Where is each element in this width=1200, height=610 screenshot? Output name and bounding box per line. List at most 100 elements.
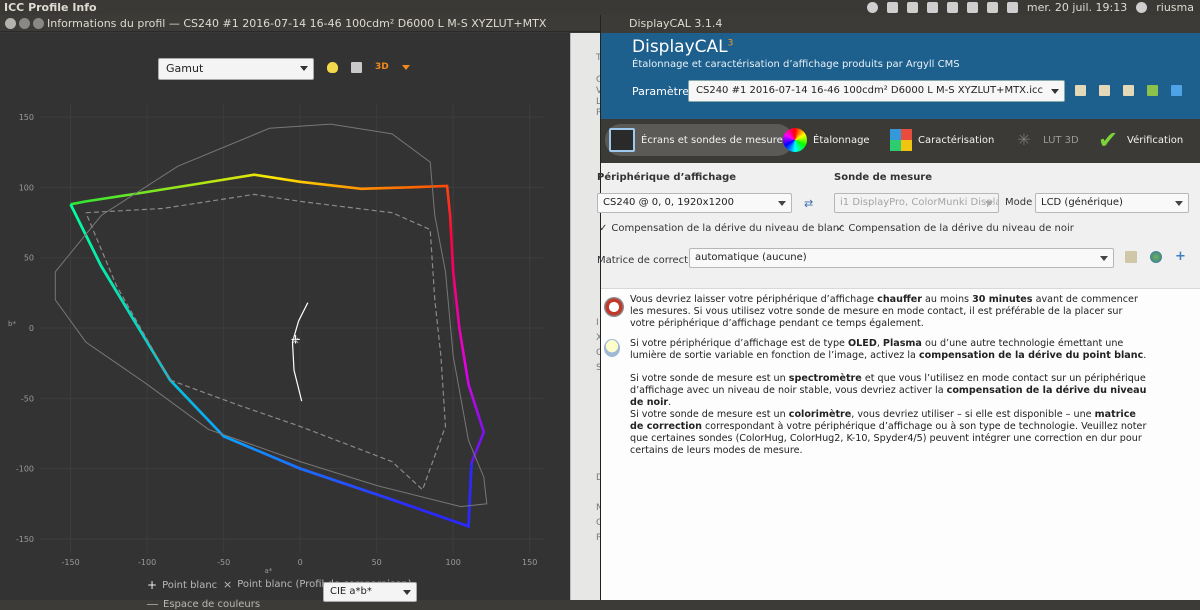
mode-select[interactable]: LCD (générique) xyxy=(1035,193,1189,213)
checkbox-label: Compensation de la dérive du niveau de b… xyxy=(611,223,845,234)
x-tick-label: 100 xyxy=(446,558,461,567)
chevron-down-icon xyxy=(1175,201,1183,206)
color-grid-icon xyxy=(890,129,912,151)
tab-verification[interactable]: ✔ Vérification xyxy=(1095,124,1183,156)
x-tick-label: -100 xyxy=(138,558,156,567)
add-icon[interactable]: + xyxy=(1175,249,1187,264)
steam-icon[interactable] xyxy=(866,2,878,13)
load-settings-icon[interactable] xyxy=(1099,85,1110,96)
info-panel: Vous devriez laisser votre périphérique … xyxy=(601,288,1200,600)
indicator-icon[interactable] xyxy=(906,2,918,13)
lightbulb-icon xyxy=(604,339,620,357)
sliver-letter: I xyxy=(596,318,599,328)
tagline: Étalonnage et caractérisation d’affichag… xyxy=(632,59,960,70)
color-wheel-icon xyxy=(783,128,807,152)
y-axis-label: b* xyxy=(8,320,16,328)
install-profile-icon[interactable] xyxy=(1075,85,1086,96)
globe-icon[interactable] xyxy=(1150,251,1162,263)
save-settings-icon[interactable] xyxy=(1123,85,1134,96)
chevron-down-icon xyxy=(1100,256,1108,261)
volume-icon[interactable] xyxy=(1006,2,1018,13)
probe-label: Sonde de mesure xyxy=(834,172,933,183)
legend-white-point: + Point blanc xyxy=(147,578,217,592)
legend-label: Point blanc xyxy=(162,579,218,591)
y-tick-label: -100 xyxy=(16,465,34,474)
profile-info-window: Informations du profil — CS240 #1 2016-0… xyxy=(0,15,600,610)
probe-select[interactable]: i1 DisplayPro, ColorMunki Display xyxy=(834,193,999,213)
checkbox-label: Compensation de la dérive du niveau de n… xyxy=(848,223,1074,234)
checkmark-icon: ✓ xyxy=(599,223,608,234)
active-app-name: ICC Profile Info xyxy=(4,1,97,14)
compare-white-point-marker: × xyxy=(291,335,299,346)
keyboard-icon[interactable] xyxy=(926,2,938,13)
system-tray: mer. 20 juil. 19:13 riusma xyxy=(866,0,1194,15)
x-marker-icon: × xyxy=(223,578,233,591)
profile-info-icon[interactable] xyxy=(1147,85,1158,96)
gamut-chart[interactable]: -150 -100 -50 0 50 100 150 150 100 50 0 -50 -100 -150… xyxy=(0,33,570,600)
user-icon[interactable] xyxy=(1136,2,1148,13)
detect-devices-icon[interactable]: ⇄ xyxy=(804,197,816,210)
close-window-icon[interactable] xyxy=(5,18,16,29)
window-title: Informations du profil — CS240 #1 2016-0… xyxy=(47,17,547,30)
checkmark-icon: ✔ xyxy=(1097,126,1119,154)
tab-displays-probes[interactable]: Écrans et sondes de mesure xyxy=(605,124,793,156)
displaycal-header: DisplayCAL3 Étalonnage et caractérisatio… xyxy=(601,33,1200,119)
tab-calibration[interactable]: Étalonnage xyxy=(783,124,870,156)
chevron-down-icon xyxy=(403,590,411,595)
y-tick-label: 0 xyxy=(29,324,34,333)
tab-label: Étalonnage xyxy=(813,134,870,146)
header-toolbar xyxy=(1075,85,1182,96)
folder-icon[interactable] xyxy=(1125,251,1137,263)
y-tick-label: 150 xyxy=(19,113,34,122)
legend-colorspace: Espace de couleurs xyxy=(147,599,260,610)
background-window-sliver: T C V L P I X C S D N C P xyxy=(570,33,603,600)
gamut-series-lower-edge xyxy=(69,203,473,529)
lut-cube-icon: ✳ xyxy=(1017,130,1031,149)
gamut-series-display-gamut-gradient xyxy=(69,173,486,529)
display-label: Périphérique d’affichage xyxy=(597,172,737,183)
chevron-down-icon xyxy=(1051,89,1059,94)
matrix-label: Matrice de correction xyxy=(597,255,704,266)
gamut-plot-area[interactable]: Gamut 3D -150 -100 -50 0 50 100 150 150 100 50 0 -5… xyxy=(0,33,570,610)
displaycal-titlebar[interactable]: DisplayCAL 3.1.4 xyxy=(601,15,1200,33)
profile-info-titlebar[interactable]: Informations du profil — CS240 #1 2016-0… xyxy=(0,15,600,32)
tab-label: Vérification xyxy=(1127,134,1184,146)
dropbox-icon[interactable] xyxy=(886,2,898,13)
legend-label: Espace de couleurs xyxy=(163,599,261,610)
colorspace-select[interactable]: CIE a*b* xyxy=(323,582,417,602)
params-label: Paramètres xyxy=(632,85,695,98)
logo-sup: 3 xyxy=(727,38,734,49)
battery-icon[interactable] xyxy=(966,2,978,13)
reset-settings-icon[interactable] xyxy=(1171,85,1182,96)
network-icon[interactable] xyxy=(946,2,958,13)
chevron-down-icon xyxy=(985,201,993,206)
minimize-window-icon[interactable] xyxy=(19,18,30,29)
mode-select-value: LCD (générique) xyxy=(1041,197,1123,208)
info-spectrometer: Si votre sonde de mesure est un spectrom… xyxy=(630,373,1147,408)
black-drift-checkbox[interactable]: ✓ Compensation de la dérive du niveau de… xyxy=(836,223,1074,234)
tab-lut3d[interactable]: ✳ LUT 3D xyxy=(1011,124,1079,156)
x-tick-label: 150 xyxy=(522,558,537,567)
white-drift-checkbox[interactable]: ✓ Compensation de la dérive du niveau de… xyxy=(599,223,845,234)
y-tick-label: -150 xyxy=(16,535,34,544)
maximize-window-icon[interactable] xyxy=(33,18,44,29)
clock[interactable]: mer. 20 juil. 19:13 xyxy=(1027,0,1127,15)
tab-characterization[interactable]: Caractérisation xyxy=(890,124,994,156)
tab-label: Caractérisation xyxy=(918,134,995,146)
y-tick-label: -50 xyxy=(21,394,34,403)
displaycal-window: DisplayCAL 3.1.4 DisplayCAL3 Étalonnage … xyxy=(597,15,1200,600)
user-name[interactable]: riusma xyxy=(1156,0,1194,15)
info-oled: Si votre périphérique d’affichage est de… xyxy=(630,338,1147,361)
monitor-icon xyxy=(609,128,635,152)
y-tick-label: 100 xyxy=(19,183,34,192)
gamut-series-comparison-colorspace-outline xyxy=(54,123,488,508)
x-tick-label: 50 xyxy=(372,558,382,567)
stopwatch-icon xyxy=(604,297,624,317)
params-select[interactable]: CS240 #1 2016-07-14 16-46 100cdm² D6000 … xyxy=(688,80,1065,102)
display-select[interactable]: CS240 @ 0, 0, 1920x1200 xyxy=(597,193,792,213)
correction-matrix-select[interactable]: automatique (aucune) xyxy=(689,248,1114,268)
bluetooth-icon[interactable] xyxy=(986,2,998,13)
tab-label: LUT 3D xyxy=(1043,134,1079,146)
info-warmup: Vous devriez laisser votre périphérique … xyxy=(630,294,1138,329)
device-settings-form: Périphérique d’affichage Sonde de mesure… xyxy=(597,163,1200,288)
